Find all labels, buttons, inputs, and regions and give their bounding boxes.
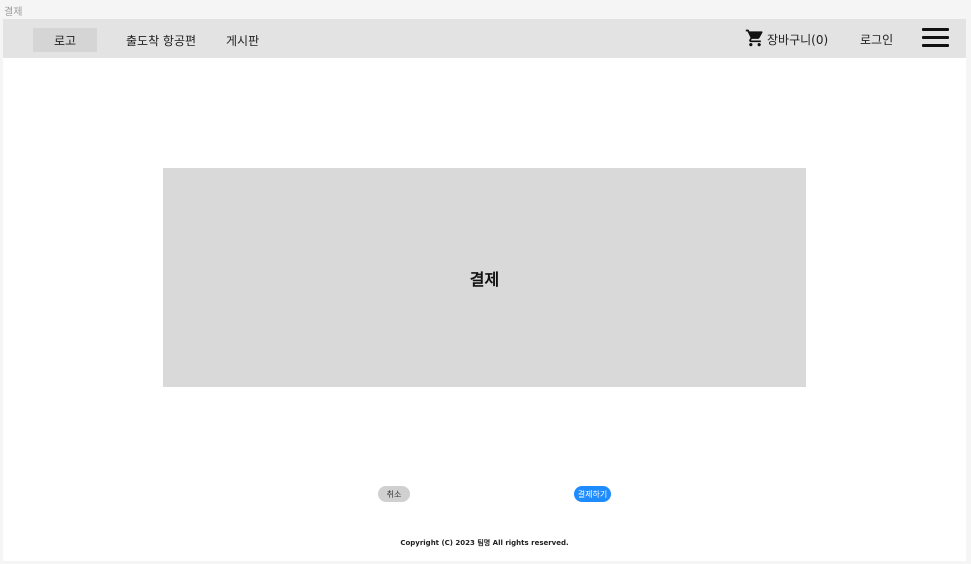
payment-panel: 결제 — [163, 168, 806, 387]
hamburger-menu-icon[interactable] — [921, 28, 951, 48]
cart-button[interactable]: 장바구니(0) — [745, 28, 828, 50]
login-link[interactable]: 로그인 — [860, 31, 893, 48]
app-frame: 로고 출도착 항공편 게시판 장바구니(0) 로그인 결제 취소 결제하기 Co… — [3, 19, 966, 561]
page-label: 결제 — [4, 7, 23, 18]
cancel-button[interactable]: 취소 — [378, 486, 410, 502]
cart-icon — [745, 28, 767, 51]
cart-label: 장바구니(0) — [767, 32, 829, 47]
nav-link-flights[interactable]: 출도착 항공편 — [126, 32, 196, 49]
payment-title: 결제 — [469, 269, 500, 289]
pay-button[interactable]: 결제하기 — [574, 486, 611, 502]
top-navbar: 로고 출도착 항공편 게시판 장바구니(0) 로그인 — [3, 19, 966, 58]
logo[interactable]: 로고 — [33, 28, 97, 52]
footer-copyright: Copyright (C) 2023 팀명 All rights reserve… — [400, 539, 569, 547]
nav-link-board[interactable]: 게시판 — [226, 32, 259, 49]
